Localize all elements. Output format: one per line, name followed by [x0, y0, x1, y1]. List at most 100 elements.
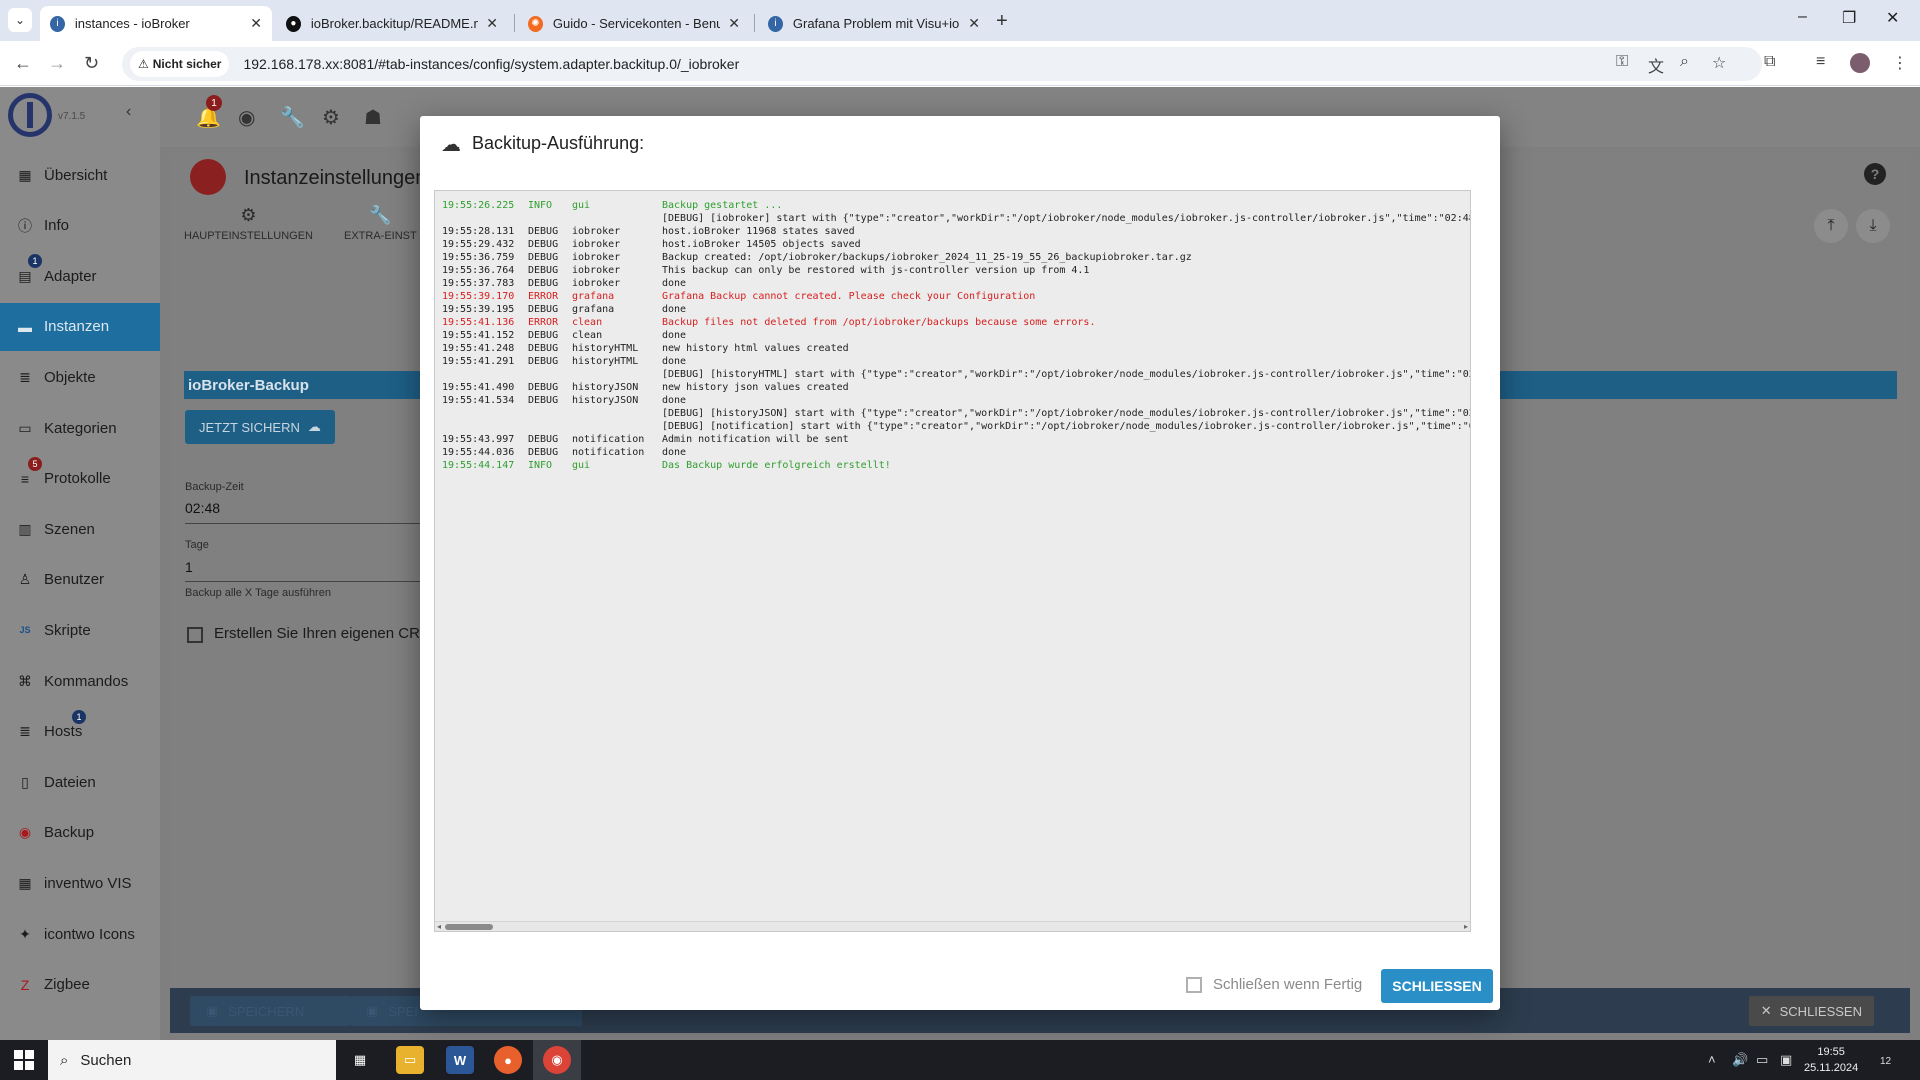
log-level: DEBUG: [528, 304, 559, 315]
sidebar-item-objekte[interactable]: ≣ Objekte: [0, 353, 160, 401]
browser-tab-1[interactable]: i instances - ioBroker ✕: [40, 6, 272, 41]
sidebar-item-zigbee[interactable]: Z Zigbee: [0, 961, 160, 1009]
word-icon[interactable]: W: [446, 1046, 474, 1074]
help-button[interactable]: ?: [1864, 163, 1886, 185]
sidebar-item-hosts[interactable]: ≣ Hosts 1: [0, 708, 160, 756]
display-icon[interactable]: ▣: [1780, 1052, 1792, 1068]
extensions-icon[interactable]: ⧉: [1764, 53, 1775, 71]
sidebar-item-dateien[interactable]: ▯ Dateien: [0, 758, 160, 806]
browser-tab-3[interactable]: ✺ Guido - Servicekonten - Benutz ✕: [518, 6, 750, 41]
input-underline: [185, 581, 445, 582]
taskbar-search[interactable]: ⌕ Suchen: [48, 1040, 336, 1080]
menu-dots-icon[interactable]: ⋮: [1892, 53, 1908, 73]
sidebar-item-backup[interactable]: ◉ Backup: [0, 809, 160, 857]
clock-date: 25.11.2024: [1804, 1062, 1859, 1074]
notification-count: 12: [1880, 1056, 1892, 1067]
horizontal-scrollbar[interactable]: ◂ ▸: [435, 921, 1470, 931]
days-input[interactable]: 1: [185, 559, 193, 575]
sidebar-item-inventwo-vis[interactable]: ▦ inventwo VIS: [0, 859, 160, 907]
sidebar-item-skripte[interactable]: JS Skripte: [0, 606, 160, 654]
browser-tab-4[interactable]: i Grafana Problem mit Visu+ioBr ✕: [758, 6, 990, 41]
chrome-icon[interactable]: ◉: [543, 1046, 571, 1074]
close-icon[interactable]: ✕: [728, 15, 740, 32]
forward-button[interactable]: →: [48, 53, 66, 74]
close-icon[interactable]: ✕: [968, 15, 980, 32]
sidebar-item-kommandos[interactable]: ⌘ Kommandos: [0, 657, 160, 705]
wrench-icon[interactable]: 🔧: [280, 105, 305, 130]
media-control-icon[interactable]: ≡: [1816, 53, 1825, 71]
backup-time-input[interactable]: 02:48: [185, 500, 220, 516]
upload-button[interactable]: ⤒: [1814, 209, 1848, 243]
task-view-icon[interactable]: ▦: [346, 1046, 374, 1074]
restore-button[interactable]: ❐: [1842, 8, 1856, 28]
save-button[interactable]: ▣ SPEICHERN: [190, 996, 350, 1026]
url-text[interactable]: 192.168.178.xx:8081/#tab-instances/confi…: [243, 56, 739, 72]
bookmark-star-icon[interactable]: ☆: [1712, 53, 1726, 73]
scroll-left-icon[interactable]: ◂: [437, 922, 441, 931]
windows-start-button[interactable]: [14, 1050, 34, 1070]
browser-tab-bar: ⌄ i instances - ioBroker ✕ ● ioBroker.ba…: [0, 0, 1920, 41]
arrow-right-icon: →: [48, 53, 66, 73]
tab-separator: [514, 14, 515, 32]
notification-badge: 1: [206, 95, 222, 111]
back-button[interactable]: ←: [14, 53, 32, 74]
close-config-button[interactable]: ✕ SCHLIESSEN: [1748, 996, 1874, 1026]
log-msg: new history html values created: [662, 343, 849, 354]
tab-extra-settings[interactable]: 🔧 EXTRA-EINST: [344, 205, 417, 242]
sidebar-item-benutzer[interactable]: ♙ Benutzer: [0, 556, 160, 604]
search-placeholder: Suchen: [80, 1051, 132, 1069]
password-key-icon[interactable]: ⚿: [1616, 53, 1628, 71]
security-indicator[interactable]: ⚠ Nicht sicher: [130, 51, 230, 77]
sidebar-item-adapter[interactable]: ▤ Adapter 1: [0, 252, 160, 300]
new-tab-button[interactable]: +: [996, 10, 1008, 33]
sidebar-item-szenen[interactable]: ▥ Szenen: [0, 505, 160, 553]
expert-mode-icon[interactable]: ☗: [364, 105, 382, 130]
scrollbar-thumb[interactable]: [445, 924, 493, 930]
zoom-icon[interactable]: ⌕: [1680, 53, 1689, 71]
tab-label: HAUPTEINSTELLUNGEN: [184, 230, 313, 242]
taskbar-clock[interactable]: 19:55 25.11.2024: [1804, 1044, 1858, 1076]
browser-tab-2[interactable]: ● ioBroker.backitup/README.md ✕: [276, 6, 508, 41]
tray-chevron-icon[interactable]: ˄: [1708, 1052, 1716, 1067]
collapse-sidebar-button[interactable]: ‹: [126, 103, 131, 121]
firefox-icon[interactable]: ●: [494, 1046, 522, 1074]
translate-icon[interactable]: 文: [1648, 53, 1664, 77]
log-msg: done: [662, 395, 687, 406]
gear-icon[interactable]: ⚙: [322, 105, 340, 130]
reload-button[interactable]: ↻: [84, 53, 99, 74]
wrench-icon: 🔧: [369, 205, 392, 225]
close-window-button[interactable]: ✕: [1886, 8, 1899, 28]
tab-search-button[interactable]: ⌄: [8, 8, 32, 32]
profile-avatar[interactable]: [1850, 53, 1870, 73]
save-icon: ▣: [206, 1003, 219, 1018]
sidebar-item-protokolle[interactable]: ≡ Protokolle 5: [0, 455, 160, 503]
sidebar-item-kategorien[interactable]: ▭ Kategorien: [0, 404, 160, 452]
volume-icon[interactable]: 🔊: [1732, 1052, 1748, 1068]
scroll-right-icon[interactable]: ▸: [1464, 922, 1468, 931]
minimize-button[interactable]: –: [1798, 8, 1807, 26]
file-explorer-icon[interactable]: ▭: [396, 1046, 424, 1074]
sidebar-item-icontwo-icons[interactable]: ✦ icontwo Icons: [0, 910, 160, 958]
close-icon[interactable]: ✕: [250, 15, 262, 32]
eye-icon[interactable]: ◉: [238, 105, 255, 130]
url-bar[interactable]: ⚠ Nicht sicher 192.168.178.xx:8081/#tab-…: [122, 47, 1762, 81]
close-dialog-button[interactable]: SCHLIESSEN: [1381, 969, 1493, 1003]
close-when-done-checkbox[interactable]: [1186, 977, 1202, 993]
own-cron-checkbox[interactable]: [187, 627, 203, 643]
sidebar-item-label: Instanzen: [44, 318, 110, 336]
backup-now-button[interactable]: JETZT SICHERN ☁: [185, 410, 335, 444]
backup-log-output[interactable]: 19:55:26.225 INFO gui Backup gestartet ... […: [434, 190, 1471, 932]
tab-main-settings[interactable]: ⚙ HAUPTEINSTELLUNGEN: [184, 205, 313, 242]
close-icon[interactable]: ✕: [486, 15, 498, 32]
log-level: DEBUG: [528, 226, 559, 237]
log-level: DEBUG: [528, 395, 559, 406]
download-button[interactable]: ⤓: [1856, 209, 1890, 243]
sidebar-item-übersicht[interactable]: ▦ Übersicht: [0, 151, 160, 199]
notification-center-icon[interactable]: 12: [1880, 1052, 1891, 1067]
log-time: 19:55:41.248: [442, 343, 515, 354]
backup-execution-dialog: ☁ Backitup-Ausführung: 19:55:26.225 INFO g…: [420, 116, 1500, 1010]
sidebar-item-info[interactable]: ⓘ Info: [0, 202, 160, 250]
log-time: 19:55:28.131: [442, 226, 515, 237]
sidebar-item-instanzen[interactable]: ▬ Instanzen: [0, 302, 160, 351]
network-icon[interactable]: ▭: [1756, 1052, 1768, 1068]
